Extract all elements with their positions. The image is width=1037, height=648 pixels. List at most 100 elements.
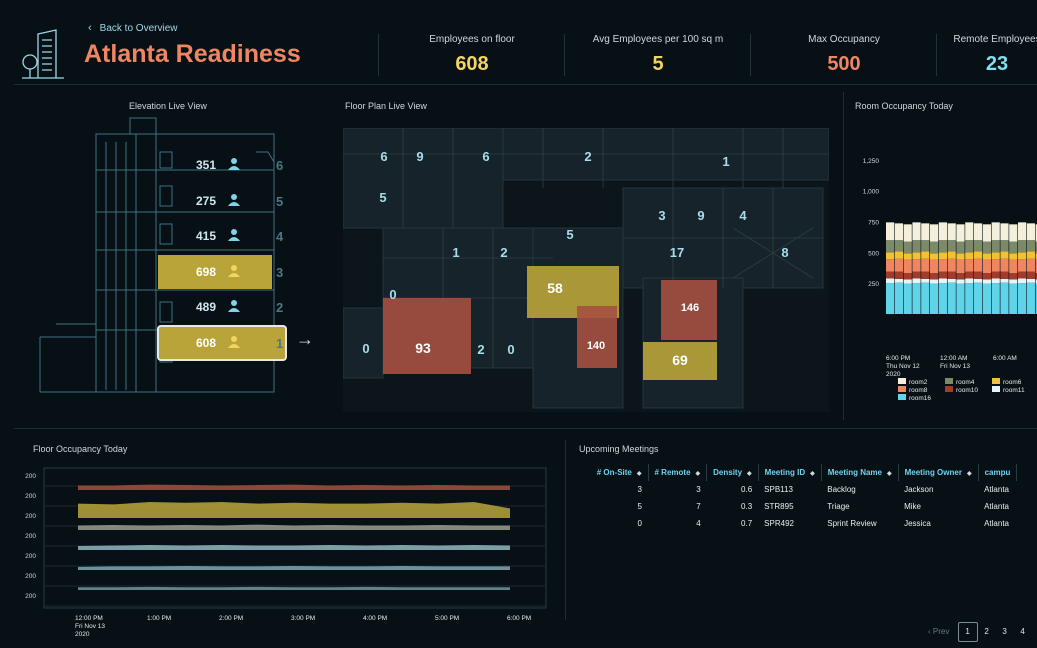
column-header[interactable]: # Remote ◆ — [648, 464, 708, 481]
bar-segment-room4 — [1026, 240, 1035, 252]
bar-segment-room4 — [912, 240, 921, 253]
floor-row-2[interactable]: 489 — [158, 290, 272, 324]
column-divider — [565, 440, 566, 620]
page-button[interactable]: 1 — [957, 622, 978, 642]
meetings-table-wrap: # On-Site ◆ # Remote ◆ Density ◆ Meeting ID ◆ Me… — [588, 464, 1037, 532]
x-tick-label: 5:00 PM — [435, 615, 459, 622]
room-count-label: 1 — [452, 245, 459, 260]
table-cell: 0 — [637, 519, 642, 528]
floor-number: 5 — [276, 193, 284, 209]
x-tick-label: 6:00 PM — [886, 355, 910, 362]
column-header-label: # On-Site — [596, 468, 632, 477]
floor-count: 351 — [196, 158, 217, 172]
page-button[interactable]: 2 — [978, 623, 996, 641]
floor-row-6[interactable]: 351 — [158, 148, 272, 182]
bar-segment-room8 — [974, 258, 983, 272]
kpi-remote-employees: Remote Employees 23 — [936, 34, 1037, 76]
bar-segment-room6 — [956, 253, 965, 260]
bar-segment-room6 — [947, 251, 956, 259]
back-label: Back to Overview — [99, 23, 178, 34]
legend-label: room4 — [956, 379, 975, 386]
bar-segment-room4 — [903, 241, 912, 254]
bar-segment-room16 — [930, 283, 939, 314]
legend-swatch — [992, 378, 1000, 384]
bar-segment-room2 — [982, 224, 991, 242]
bar-segment-room10 — [974, 271, 983, 279]
column-header-label: # Remote — [654, 468, 691, 477]
floor-row-3[interactable]: 698 — [158, 254, 272, 289]
bar-segment-room11 — [1000, 278, 1009, 283]
table-cell: Jackson — [904, 485, 934, 494]
y-tick-label: 750 — [868, 220, 879, 227]
kpi-value: 500 — [827, 53, 861, 75]
room-area[interactable] — [577, 306, 617, 368]
bar-segment-room8 — [886, 259, 895, 272]
bar-segment-room10 — [886, 271, 895, 279]
table-cell: 0.3 — [741, 502, 753, 511]
section-divider — [14, 428, 1037, 429]
page-button[interactable]: 3 — [996, 623, 1014, 641]
person-icon — [228, 193, 240, 212]
column-header[interactable]: # On-Site ◆ — [588, 464, 649, 481]
x-tick-label: 12:00 PM — [75, 615, 103, 622]
room-count-label: 17 — [670, 245, 684, 260]
bar-segment-room10 — [1000, 271, 1009, 279]
bar-segment-room4 — [1018, 240, 1027, 253]
legend-label: room16 — [909, 395, 931, 402]
bar-segment-room2 — [938, 222, 947, 241]
y-tick-label: 500 — [868, 250, 879, 257]
column-header[interactable]: Density ◆ — [706, 464, 759, 481]
bar-segment-room6 — [965, 252, 974, 260]
column-header[interactable]: Meeting Name ◆ — [821, 464, 899, 481]
table-row[interactable]: 0 4 0.7 SPR492 Sprint Review Jessica Atlanta — [588, 515, 1017, 532]
x-tick-label: 6:00 AM — [993, 355, 1017, 362]
room-count-label: 0 — [507, 342, 514, 357]
column-header[interactable]: Meeting Owner ◆ — [898, 464, 979, 481]
bar-segment-room16 — [903, 283, 912, 314]
table-cell: Sprint Review — [827, 519, 877, 528]
floor-row-4[interactable]: 415 — [158, 219, 272, 253]
kpi-max-occupancy: Max Occupancy 500 — [750, 34, 937, 76]
floor-row-5[interactable]: 275 — [158, 184, 272, 218]
floor-number: 6 — [276, 158, 284, 173]
floor-row-1[interactable]: 608 — [157, 324, 287, 361]
x-tick-label: 2020 — [886, 371, 901, 378]
table-cell: 7 — [696, 502, 701, 511]
bar-segment-room16 — [1000, 282, 1009, 314]
x-tick-label: 6:00 PM — [507, 615, 531, 622]
bar-segment-room6 — [982, 253, 991, 260]
bar-segment-room11 — [894, 278, 903, 283]
bar-segment-room4 — [956, 241, 965, 254]
bar-segment-room10 — [894, 271, 903, 279]
bar-segment-room16 — [947, 282, 956, 314]
kpi-value: 5 — [652, 53, 664, 75]
x-tick-label: 3:00 PM — [291, 615, 315, 622]
bar-segment-room2 — [1000, 223, 1009, 241]
column-header[interactable]: campu — [978, 464, 1018, 481]
page-button[interactable]: 4 — [1014, 623, 1032, 641]
room-count-label: 8 — [781, 245, 788, 260]
prev-page-button[interactable]: ‹ Prev — [928, 627, 949, 636]
bar-segment-room8 — [903, 259, 912, 274]
back-to-overview-link[interactable]: ‹ Back to Overview — [88, 22, 177, 34]
floor-plan: 6 9 6 2 153 9 451 2 17 80 581460 93 2 0 14069 — [343, 128, 829, 412]
table-cell: Mike — [904, 502, 921, 511]
legend-label: room11 — [1003, 387, 1025, 394]
bar-segment-room16 — [1009, 283, 1018, 314]
table-row[interactable]: 5 7 0.3 STR895 Triage Mike Atlanta — [588, 498, 1017, 515]
bar-segment-room16 — [956, 283, 965, 314]
bar-segment-room4 — [965, 240, 974, 253]
column-header[interactable]: Meeting ID ◆ — [758, 464, 822, 481]
table-cell: 4 — [696, 519, 701, 528]
bar-segment-room2 — [930, 224, 939, 242]
bar-segment-room16 — [982, 283, 991, 314]
bar-segment-room4 — [938, 240, 947, 253]
table-row[interactable]: 3 3 0.6 SPB113 Backlog Jackson Atlanta — [588, 481, 1017, 498]
table-cell: 3 — [696, 485, 701, 494]
bar-segment-room6 — [974, 251, 983, 259]
room-area[interactable] — [383, 298, 471, 374]
meetings-title: Upcoming Meetings — [579, 444, 659, 454]
bar-segment-room6 — [1009, 253, 1018, 260]
kpi-label: Remote Employees — [953, 34, 1037, 45]
bar-segment-room8 — [956, 259, 965, 274]
